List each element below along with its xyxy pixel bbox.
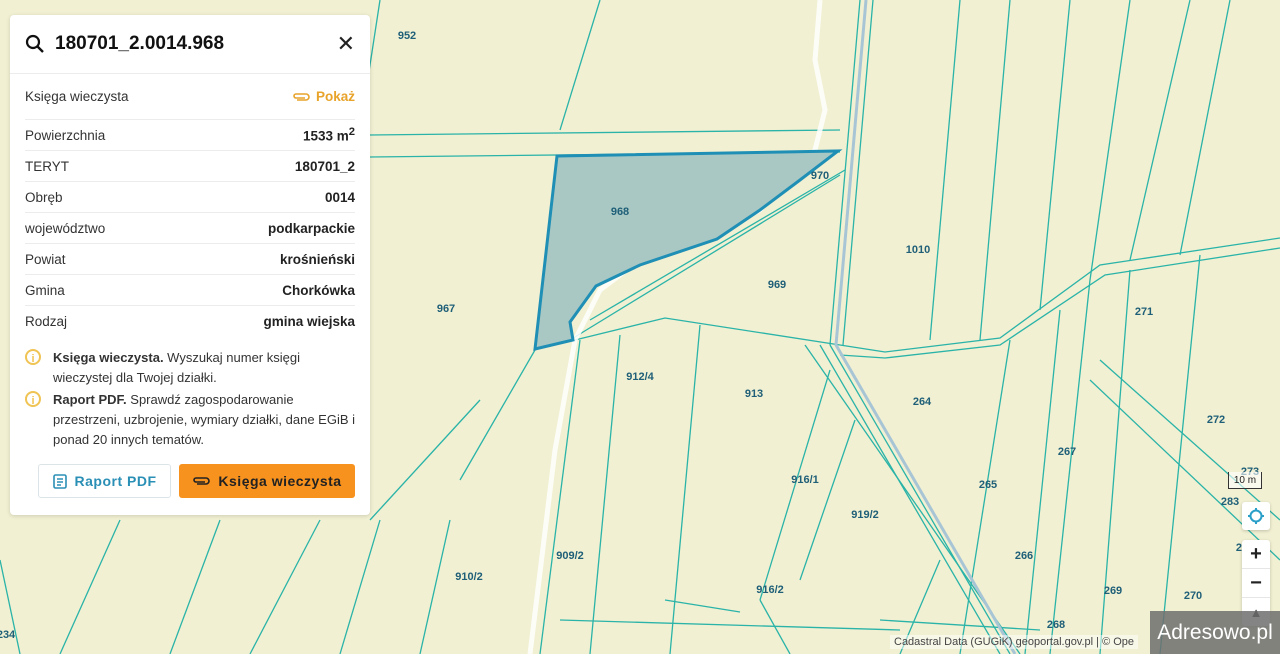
parcel-label[interactable]: 270 (1184, 590, 1202, 602)
detail-row-type: Rodzaj gmina wiejska (25, 306, 355, 336)
show-land-registry-link[interactable]: Pokaż (292, 89, 355, 104)
land-registry-row: Księga wieczysta Pokaż (25, 74, 355, 120)
detail-row-teryt: TERYT 180701_2 (25, 151, 355, 182)
parcel-label[interactable]: 264 (913, 396, 931, 408)
locate-button[interactable] (1242, 502, 1270, 530)
detail-row-obreb: Obręb 0014 (25, 182, 355, 213)
parcel-label[interactable]: 970 (811, 170, 829, 182)
info-text: Księga wieczysta. Wyszukaj numer księgi … (53, 348, 355, 388)
detail-value: 0014 (324, 189, 355, 205)
parcel-label[interactable]: 266 (1015, 550, 1033, 562)
parcel-label[interactable]: 968 (611, 206, 629, 218)
show-label: Pokaż (315, 89, 355, 104)
report-pdf-button[interactable]: Raport PDF (38, 464, 171, 498)
close-icon[interactable]: ✕ (337, 31, 355, 57)
parcel-label[interactable]: 909/2 (556, 550, 584, 562)
land-registry-label: Księga wieczysta (25, 89, 129, 104)
parcel-label[interactable]: 269 (1104, 585, 1122, 597)
parcel-label[interactable]: 265 (979, 479, 997, 491)
parcel-label[interactable]: 283 (1221, 496, 1239, 508)
parcel-label[interactable]: 1010 (906, 244, 930, 256)
report-pdf-label: Raport PDF (74, 473, 157, 489)
parcel-label[interactable]: 913 (745, 388, 763, 400)
info-land-registry: i Księga wieczysta. Wyszukaj numer księg… (25, 348, 355, 388)
detail-value: krośnieński (279, 251, 355, 267)
paperclip-icon (193, 477, 211, 485)
search-icon (25, 34, 44, 53)
action-buttons: Raport PDF Księga wieczysta (38, 464, 355, 498)
detail-label: Obręb (25, 189, 63, 205)
parcel-label[interactable]: 267 (1058, 446, 1076, 458)
parcel-label[interactable]: 912/4 (626, 371, 654, 383)
road-line (834, 0, 1017, 654)
paperclip-icon (293, 92, 310, 101)
parcel-label[interactable]: 969 (768, 279, 786, 291)
locate-control (1242, 502, 1270, 530)
detail-label: Powiat (25, 251, 66, 267)
land-registry-button[interactable]: Księga wieczysta (179, 464, 355, 498)
parcel-label[interactable]: 271 (1135, 306, 1153, 318)
info-title: Raport PDF. (53, 392, 127, 407)
detail-value: 1533 m2 (303, 126, 355, 144)
watermark-logo: Adresowo.pl (1150, 611, 1280, 654)
detail-value: gmina wiejska (263, 313, 355, 329)
detail-label: Rodzaj (25, 313, 68, 329)
detail-row-commune: Gmina Chorkówka (25, 275, 355, 306)
scale-bar: 10 m (1228, 472, 1262, 489)
selected-parcel-968[interactable] (533, 149, 843, 351)
parcel-label[interactable]: 268 (1047, 619, 1065, 631)
parcel-label[interactable]: 952 (398, 30, 416, 42)
parcel-id-title: 180701_2.0014.968 (55, 33, 225, 54)
map-attribution[interactable]: Cadastral Data (GUGiK) geoportal.gov.pl … (890, 635, 1139, 649)
detail-value: 180701_2 (294, 158, 355, 174)
detail-label: Powierzchnia (25, 127, 106, 143)
detail-value: Chorkówka (282, 282, 355, 298)
parcel-info-panel: 180701_2.0014.968 ✕ Księga wieczysta Pok… (10, 15, 370, 515)
detail-row-area: Powierzchnia 1533 m2 (25, 120, 355, 151)
locate-icon (1248, 508, 1264, 524)
area-value: 1533 m (302, 128, 349, 144)
zoom-in-button[interactable]: + (1242, 540, 1270, 569)
info-icon: i (25, 391, 41, 407)
parcel-label[interactable]: 916/2 (756, 584, 784, 596)
detail-row-county: Powiat krośnieński (25, 244, 355, 275)
info-report: i Raport PDF. Sprawdź zagospodarowanie p… (25, 390, 355, 450)
info-title: Księga wieczysta. (53, 350, 164, 365)
parcel-label[interactable]: 916/1 (791, 474, 819, 486)
info-icon: i (25, 349, 41, 365)
parcel-label[interactable]: 272 (1207, 414, 1225, 426)
panel-header: 180701_2.0014.968 ✕ (10, 15, 370, 74)
detail-label: województwo (25, 220, 106, 236)
area-unit-exponent: 2 (348, 126, 355, 139)
parcel-label[interactable]: 234 (0, 629, 15, 641)
detail-row-voivodeship: województwo podkarpackie (25, 213, 355, 244)
detail-label: Gmina (25, 282, 65, 298)
parcel-label[interactable]: 910/2 (455, 571, 483, 583)
detail-label: TERYT (25, 158, 70, 174)
parcel-label[interactable]: 967 (437, 303, 455, 315)
zoom-out-button[interactable]: − (1242, 569, 1270, 598)
document-icon (52, 473, 67, 489)
land-registry-label: Księga wieczysta (218, 473, 342, 489)
info-text: Raport PDF. Sprawdź zagospodarowanie prz… (53, 390, 355, 450)
detail-value: podkarpackie (267, 220, 355, 236)
parcel-label[interactable]: 919/2 (851, 509, 879, 521)
